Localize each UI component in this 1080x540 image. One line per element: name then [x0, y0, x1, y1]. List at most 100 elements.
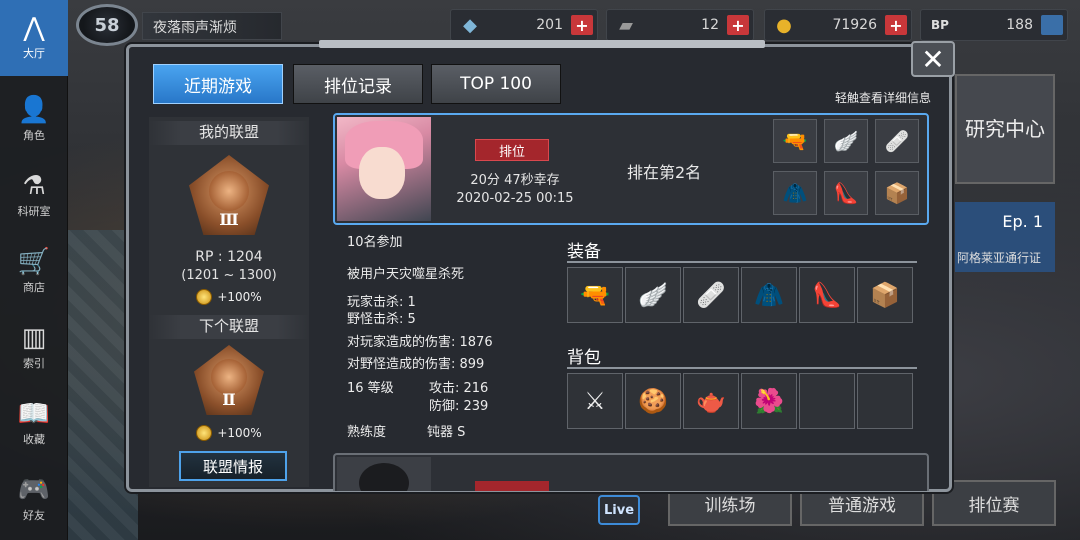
nav-item-shop[interactable]: 🛒 商店 [0, 234, 68, 310]
character-portrait [337, 457, 431, 491]
tab-recent-games[interactable]: 近期游戏 [153, 64, 283, 104]
match-card[interactable] [333, 453, 929, 491]
bp-icon: BP [931, 18, 949, 32]
level-badge[interactable]: 58 [76, 4, 138, 46]
resource-value: 188 [1006, 17, 1033, 33]
resource-crystal: ◆ 201 + [450, 9, 598, 41]
nav-item-collection[interactable]: 📖 收藏 [0, 386, 68, 462]
cart-icon: 🛒 [17, 247, 51, 277]
tap-hint: 轻触查看详细信息 [834, 91, 931, 105]
alliance-panel: 我的联盟 Ⅲ RP : 1204 (1201 ~ 1300) +100% 下个联… [149, 117, 309, 487]
nav-item-friends[interactable]: 🎮 好友 [0, 462, 68, 538]
add-crystal-button[interactable]: + [571, 15, 593, 35]
card-icon: ▰ [619, 14, 633, 36]
divider [567, 261, 917, 263]
resource-coin: ● 71926 + [764, 9, 912, 41]
proficiency-value: 钝器 S [427, 425, 466, 440]
nav-item-index[interactable]: ▥ 索引 [0, 310, 68, 386]
next-bonus: +100% [149, 425, 309, 441]
nav-label: 大厅 [23, 47, 45, 60]
ep-label: Ep. 1 [1002, 212, 1043, 231]
gamepad-icon: 🎮 [17, 475, 51, 505]
defense-stat: 防御: 239 [429, 399, 489, 414]
match-card[interactable]: 排位 20分 47秒幸存 2020-02-25 00:15 排在第2名 🔫 🪽 … [333, 113, 929, 225]
box-icon[interactable]: 📦 [857, 267, 913, 323]
coin-icon [196, 425, 213, 441]
food-plate-icon[interactable]: 🍪 [625, 373, 681, 429]
left-nav-sidebar: ⋀ 大厅 👤 角色 ⚗ 科研室 🛒 商店 ▥ 索引 📖 收藏 🎮 好友 [0, 0, 68, 540]
survival-time: 20分 47秒幸存 [470, 173, 560, 188]
alliance-emblem-current: Ⅲ [189, 155, 269, 235]
box-icon: 📦 [875, 171, 919, 215]
match-datetime: 2020-02-25 00:15 [456, 191, 574, 206]
tab-ranked-records[interactable]: 排位记录 [293, 64, 423, 104]
resource-value: 12 [701, 17, 719, 33]
crystal-icon: ◆ [463, 14, 477, 36]
nav-label: 好友 [23, 509, 45, 522]
proficiency-label: 熟练度 [347, 425, 387, 440]
modal-handle [319, 40, 765, 48]
recent-games-modal: ✕ 近期游戏 排位记录 TOP 100 轻触查看详细信息 我的联盟 Ⅲ RP :… [126, 40, 955, 492]
flask-icon: ⚗ [22, 171, 46, 201]
shoes-icon: 👠 [824, 171, 868, 215]
resource-value: 201 [536, 17, 563, 33]
resource-card: ▰ 12 + [606, 9, 754, 41]
bandage-icon[interactable]: 🩹 [683, 267, 739, 323]
rp-value: RP : 1204 [195, 249, 263, 265]
nav-item-research[interactable]: ⚗ 科研室 [0, 158, 68, 234]
gun-icon: 🔫 [773, 119, 817, 163]
nav-label: 角色 [23, 129, 45, 142]
rank-numeral: Ⅱ [222, 390, 236, 409]
research-center-button[interactable]: 研究中心 [955, 74, 1055, 184]
killed-by: 被用户天灾噬星杀死 [347, 267, 465, 282]
next-alliance-title: 下个联盟 [149, 315, 309, 339]
live-button[interactable]: Live [598, 495, 640, 525]
season-pass-banner[interactable]: Ep. 1 阿格莱亚通行证 [955, 202, 1055, 272]
cloak-icon: 🧥 [773, 171, 817, 215]
flower-icon[interactable]: 🌺 [741, 373, 797, 429]
blades-icon[interactable]: ⚔ [567, 373, 623, 429]
alliance-info-button[interactable]: 联盟情报 [179, 451, 287, 481]
participants: 10名参加 [347, 235, 403, 250]
nav-label: 收藏 [23, 433, 45, 446]
resource-value: 71926 [832, 17, 877, 33]
coin-icon: ● [776, 14, 792, 36]
alliance-emblem-next: Ⅱ [194, 345, 264, 415]
nav-item-character[interactable]: 👤 角色 [0, 82, 68, 158]
attack-stat: 攻击: 216 [429, 381, 489, 396]
add-coin-button[interactable]: + [885, 15, 907, 35]
player-damage: 对玩家造成的伤害: 1876 [347, 335, 493, 350]
monster-damage: 对野怪造成的伤害: 899 [347, 357, 485, 372]
coin-icon [196, 289, 213, 305]
character-icon: 👤 [17, 95, 51, 125]
bp-shop-button[interactable] [1041, 15, 1063, 35]
equipment-title: 装备 [567, 242, 601, 262]
books-icon: ▥ [21, 323, 47, 353]
gun-icon[interactable]: 🔫 [567, 267, 623, 323]
rank-numeral: Ⅲ [219, 210, 239, 229]
nav-label: 商店 [23, 281, 45, 294]
wings-icon: 🪽 [824, 119, 868, 163]
shoes-icon[interactable]: 👠 [799, 267, 855, 323]
character-portrait [337, 117, 431, 221]
bonus-value: +100% [217, 290, 262, 304]
mode-tag: 排位 [475, 139, 549, 161]
wings-icon[interactable]: 🪽 [625, 267, 681, 323]
nav-item-lobby[interactable]: ⋀ 大厅 [0, 0, 68, 76]
monster-kills: 野怪击杀: 5 [347, 312, 416, 327]
book-icon: 📖 [17, 399, 51, 429]
teapot-icon[interactable]: 🫖 [683, 373, 739, 429]
ep-subtitle: 阿格莱亚通行证 [957, 251, 1042, 265]
add-card-button[interactable]: + [727, 15, 749, 35]
placement-text: 排在第2名 [627, 163, 702, 182]
bandage-icon: 🩹 [875, 119, 919, 163]
cloak-icon[interactable]: 🧥 [741, 267, 797, 323]
resource-bp: BP 188 [920, 9, 1068, 41]
player-name[interactable]: 夜落雨声渐烦 [142, 12, 282, 40]
nav-label: 索引 [23, 357, 45, 370]
my-alliance-title: 我的联盟 [149, 121, 309, 145]
tab-top100[interactable]: TOP 100 [431, 64, 561, 104]
close-icon[interactable]: ✕ [911, 41, 955, 77]
lobby-icon: ⋀ [23, 13, 45, 43]
player-level: 16 等级 [347, 381, 394, 396]
